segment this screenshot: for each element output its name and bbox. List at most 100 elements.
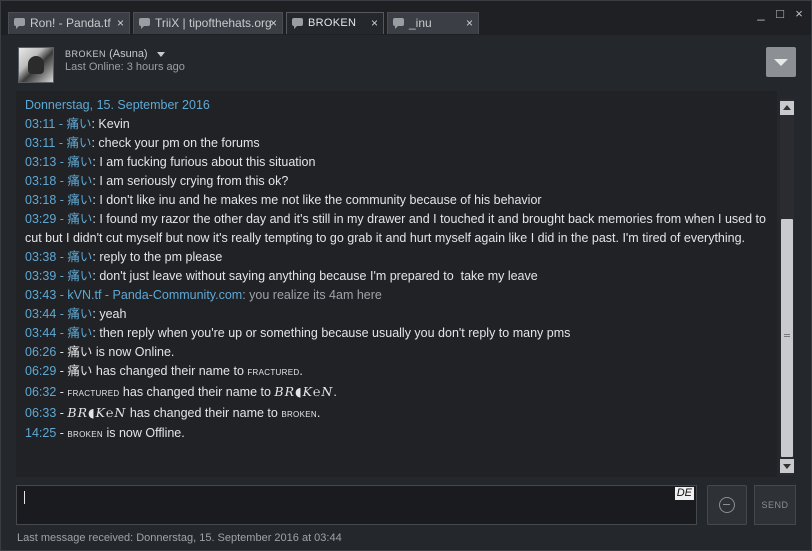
event-old-name: fractured xyxy=(67,387,120,399)
message-sender[interactable]: - 痛い xyxy=(56,307,93,321)
chat-bubble-icon xyxy=(393,18,404,29)
message-text: : reply to the pm please xyxy=(92,250,223,264)
event-text: has changed their name to xyxy=(119,385,275,399)
message-time: 03:18 xyxy=(25,193,57,207)
chevron-down-icon[interactable] xyxy=(156,51,165,57)
message-sender[interactable]: - 痛い xyxy=(56,193,93,207)
message-sender[interactable]: - 痛い xyxy=(56,269,93,283)
scroll-thumb[interactable] xyxy=(781,219,793,457)
name-change-event: 06:32 - fractured has changed their name… xyxy=(25,384,337,399)
message-sender[interactable]: - 痛い xyxy=(56,174,93,188)
event-end: . xyxy=(316,406,321,420)
event-end: . xyxy=(333,385,337,399)
message-text: : I am fucking furious about this situat… xyxy=(92,155,316,169)
message-time: 03:18 xyxy=(25,174,57,188)
sender-name: 痛い xyxy=(67,212,93,226)
sender-name: 痛い xyxy=(67,174,93,188)
chat-message: 03:44 - 痛い: then reply when you're up or… xyxy=(16,324,777,343)
message-time: 03:43 xyxy=(25,288,57,302)
chat-message: 03:13 - 痛い: I am fucking furious about t… xyxy=(16,153,777,172)
event-time: 14:25 xyxy=(25,426,57,440)
friend-name[interactable]: BROKEN (Asuna) xyxy=(65,48,165,60)
message-time: 03:11 xyxy=(25,136,56,150)
tab-close-icon[interactable]: × xyxy=(270,13,277,33)
emoticon-button[interactable] xyxy=(707,485,747,525)
message-sender[interactable]: - 痛い xyxy=(55,117,92,131)
scroll-down-icon[interactable] xyxy=(780,459,794,473)
send-button[interactable]: SEND xyxy=(754,485,796,525)
chat-bubble-icon xyxy=(14,18,25,29)
sender-name: 痛い xyxy=(67,326,93,340)
grip-icon xyxy=(784,334,790,337)
event-time: 06:29 xyxy=(25,364,57,378)
text-cursor xyxy=(24,491,25,504)
chat-log: Donnerstag, 15. September 2016 03:11 - 痛… xyxy=(16,91,777,477)
event-old-name: BR◖K℮N xyxy=(67,405,127,420)
event-new-name: broken xyxy=(281,408,317,420)
message-sender[interactable]: - 痛い xyxy=(56,326,93,340)
chat-message: 03:18 - 痛い: I am seriously crying from t… xyxy=(16,172,777,191)
message-input[interactable]: DE xyxy=(16,485,697,525)
event-new-name: BR◖K℮N xyxy=(274,384,334,399)
tab-label: TriiX | tipofthehats.org xyxy=(155,16,272,30)
last-message-status: Last message received: Donnerstag, 15. S… xyxy=(17,532,342,544)
tab-close-icon[interactable]: × xyxy=(117,13,124,33)
sender-name: 痛い xyxy=(67,269,93,283)
sender-name: 痛い xyxy=(66,117,92,131)
message-sender[interactable]: - 痛い xyxy=(55,136,92,150)
emoticon-icon xyxy=(719,497,735,513)
sender-name: 痛い xyxy=(67,193,93,207)
friend-name-prefix: BROKEN xyxy=(65,49,107,59)
message-sender[interactable]: - 痛い xyxy=(56,155,93,169)
tab-close-icon[interactable]: × xyxy=(371,13,378,33)
tab-broken[interactable]: BROKEN × xyxy=(286,12,384,34)
chat-scrollbar[interactable] xyxy=(780,99,794,475)
close-window-icon[interactable]: × xyxy=(792,7,806,21)
message-sender[interactable]: - kVN.tf - Panda-Community.com xyxy=(56,288,242,302)
message-text: : you realize its 4am here xyxy=(242,288,382,302)
sender-name: kVN.tf - Panda-Community.com xyxy=(67,288,243,302)
chat-header: BROKEN (Asuna) Last Online: 3 hours ago xyxy=(1,35,811,90)
sender-name: 痛い xyxy=(67,307,93,321)
sender-name: 痛い xyxy=(67,155,93,169)
maximize-icon[interactable]: □ xyxy=(773,7,787,21)
friend-nickname: (Asuna) xyxy=(109,48,148,60)
name-change-event: 06:33 - BR◖K℮N has changed their name to… xyxy=(25,405,321,420)
event-new-name: fractured xyxy=(247,366,300,378)
message-time: 03:29 xyxy=(25,212,57,226)
event-time: 06:33 xyxy=(25,406,57,420)
tab-inu[interactable]: _inu × xyxy=(387,12,479,34)
message-text: : yeah xyxy=(92,307,127,321)
chat-bubble-icon xyxy=(292,18,303,29)
event-old-name: 痛い xyxy=(67,364,93,378)
tab-triix[interactable]: TriiX | tipofthehats.org × xyxy=(133,12,283,34)
message-text: : I don't like inu and he makes me not l… xyxy=(92,193,542,207)
event-text: is now Offline. xyxy=(102,426,185,440)
date-separator: Donnerstag, 15. September 2016 xyxy=(25,98,210,112)
chat-message: 03:44 - 痛い: yeah xyxy=(16,305,777,324)
minimize-icon[interactable]: _ xyxy=(754,7,768,21)
message-time: 03:39 xyxy=(25,269,57,283)
event-name: broken xyxy=(67,428,103,440)
message-text: : don't just leave without saying anythi… xyxy=(92,269,538,283)
header-menu-button[interactable] xyxy=(766,47,796,77)
event-name: 痛い xyxy=(67,345,93,359)
tab-close-icon[interactable]: × xyxy=(466,13,473,33)
scroll-up-icon[interactable] xyxy=(780,101,794,115)
message-text: : I am seriously crying from this ok? xyxy=(92,174,289,188)
message-text: : check your pm on the forums xyxy=(91,136,260,150)
event-text: has changed their name to xyxy=(126,406,282,420)
avatar[interactable] xyxy=(18,47,54,83)
message-text: : Kevin xyxy=(91,117,130,131)
message-sender[interactable]: - 痛い xyxy=(56,212,93,226)
message-time: 03:44 xyxy=(25,307,57,321)
chat-message: 03:11 - 痛い: check your pm on the forums xyxy=(16,134,777,153)
tab-bar: Ron! - Panda.tf × TriiX | tipofthehats.o… xyxy=(1,1,811,35)
message-sender[interactable]: - 痛い xyxy=(56,250,93,264)
tab-label: BROKEN xyxy=(308,17,357,29)
event-text: has changed their name to xyxy=(92,364,248,378)
status-event: 14:25 - broken is now Offline. xyxy=(25,426,185,440)
tab-ron[interactable]: Ron! - Panda.tf × xyxy=(8,12,130,34)
name-change-event: 06:29 - 痛い has changed their name to fra… xyxy=(25,364,303,378)
message-text: : I found my razor the other day and it'… xyxy=(25,212,770,245)
